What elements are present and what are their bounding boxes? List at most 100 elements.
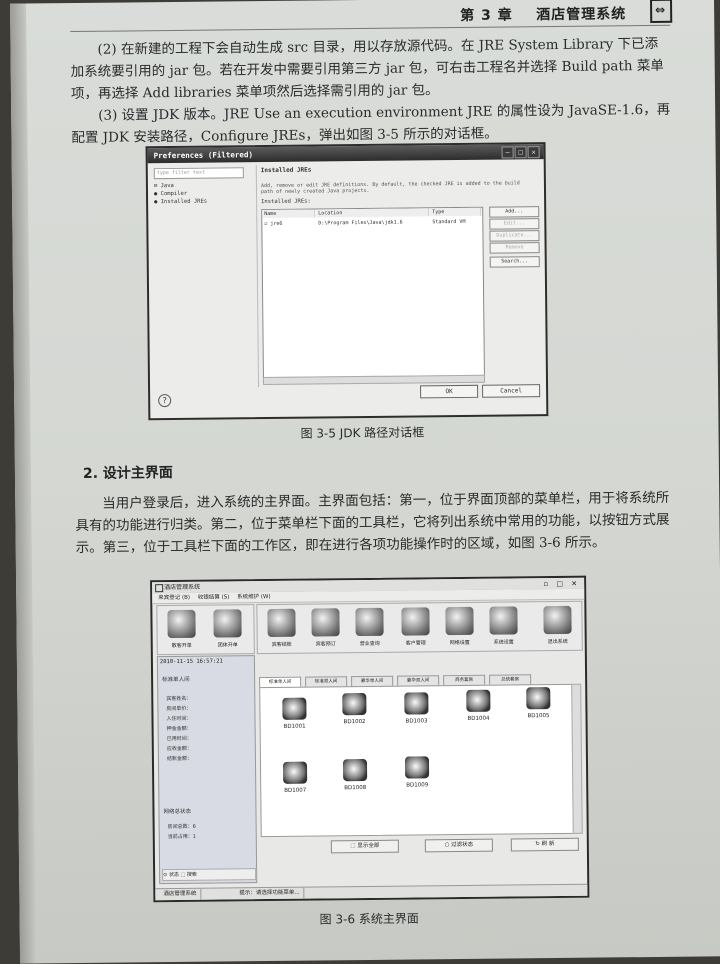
header-rule [70,24,671,33]
info-elapsed-time: 已用时间： [166,735,192,743]
close-icon[interactable]: ✕ [527,146,540,159]
reservation-icon [311,608,340,637]
individual-checkin-button[interactable]: 散客开单 [161,608,201,652]
room-bd1007[interactable]: BD1007 [275,761,315,798]
workspace-actions: ⬚ 显示全部 ○ 过滤状态 ↻ 刷 新 [261,836,581,855]
maximize-icon[interactable]: □ [514,146,527,159]
room-info-sidebar: 2010-11-15 16:57:21 标准单人间 宾客姓名： 房间单价： 入住… [156,655,258,885]
guest-icon [167,609,196,639]
room-bd1009[interactable]: BD1009 [397,756,437,792]
customer-icon [401,607,430,636]
book-page: 第 3 章 酒店管理系统 ⇔ (2) 在新建的工程下会自动生成 src 目录，用… [10,0,720,964]
info-deposit: 押金金额： [166,725,192,733]
menu-system-maintenance[interactable]: 系统维护 (W) [237,594,271,600]
group-icon [213,609,242,638]
duplicate-button[interactable]: Duplicate... [489,230,540,242]
horizontal-scrollbar[interactable] [262,374,486,386]
jre-row-type: Standard VM [432,218,466,226]
installed-jres-panel: Installed JREs Add, remove or edit JRE d… [255,162,544,388]
room-icon [282,761,308,784]
room-workspace: BD1001 BD1002 BD1003 BD1004 BD1005 BD100… [259,683,575,838]
network-status-title: 网络总状态 [163,808,192,816]
figure-3-5-caption: 图 3-5 JDK 路径对话框 [300,425,425,441]
exit-icon [543,605,572,635]
dialog-title: Preferences (Filtered) [147,144,544,164]
room-bd1001[interactable]: BD1001 [274,697,314,734]
room-type-title: 标准单人间 [162,676,190,684]
group-checkin-button[interactable]: 团体开单 [207,607,247,651]
preferences-dialog: Preferences (Filtered) – □ ✕ type filter… [145,142,549,421]
chapter-bookmark-icon: ⇔ [650,0,673,23]
room-icon [342,758,368,782]
cashier-icon [267,608,296,638]
toolbar-right: 宾客结账 宾客预订 营业查询 客户管理 网络设置 系统设置 退出系统 [256,600,583,655]
room-icon [466,689,491,712]
room-bd1004[interactable]: BD1004 [458,689,498,726]
edit-button[interactable]: Edit... [489,218,540,230]
status-occupied: 当前占用：1 [167,833,196,841]
filter-input[interactable]: type filter text [153,167,244,180]
jre-row-name[interactable]: ☑ jre6 [262,219,316,228]
system-settings-button[interactable]: 系统设置 [483,604,523,648]
column-name[interactable]: Name [262,209,316,219]
info-checkin-time: 入住时间： [166,715,192,723]
paragraph-main-interface: 当用户登录后，进入系统的主界面。主界面包括：第一，位于界面顶部的菜单栏，用于将系… [75,489,670,557]
running-header: 第 3 章 酒店管理系统 [460,3,626,25]
info-amount-due: 应收金额： [166,745,192,753]
panel-description: Add, remove or edit JRE definitions. By … [260,180,520,196]
panel-heading: Installed JREs [260,166,312,175]
preferences-tree: ⊟ Java ● Compiler ● Installed JREs [154,181,246,206]
chapter-number: 第 3 章 [460,7,513,24]
network-icon [445,606,474,636]
search-button[interactable]: Search... [489,256,540,268]
previous-page-edge [10,3,37,964]
paragraph-src-directory: (2) 在新建的工程下会自动生成 src 目录，用以存放源代码。在 JRE Sy… [70,35,664,103]
menu-guest-registration[interactable]: 来宾登记 (B) [158,595,190,601]
ok-button[interactable]: OK [420,384,479,399]
checkout-button[interactable]: 宾客结账 [261,607,301,651]
room-bd1005[interactable]: BD1005 [518,687,558,723]
jre-table: Name Location Type ☑ jre6 D:\Program Fil… [261,206,485,380]
status-bar: 酒店管理系统 提示：请选择功能菜单... [155,883,588,901]
remove-button[interactable]: Remove [489,242,540,254]
help-icon[interactable]: ? [158,394,172,408]
room-icon [526,687,551,710]
room-bd1008[interactable]: BD1008 [335,758,375,795]
tree-item-installed-jres[interactable]: ● Installed JREs [154,197,246,206]
customer-management-button[interactable]: 客户管理 [395,605,435,649]
business-query-button[interactable]: 营业查询 [349,606,389,650]
room-bd1003[interactable]: BD1003 [396,692,436,728]
filter-status-button[interactable]: ○ 过滤状态 [424,838,493,853]
menu-checkout[interactable]: 收银结算 (S) [198,594,230,600]
app-icon [155,584,164,593]
status-total-rooms: 房间总数：6 [167,823,196,831]
toolbar-left: 散客开单 团体开单 [156,604,255,656]
network-settings-button[interactable]: 网络设置 [439,605,479,649]
current-time: 2010-11-15 16:57:21 [159,658,223,666]
exit-system-button[interactable]: 退出系统 [537,604,577,648]
refresh-button[interactable]: ↻ 刷 新 [510,837,579,852]
info-room-price: 房间单价： [166,705,192,713]
room-occupied-icon [404,692,429,715]
add-button[interactable]: Add... [489,206,540,218]
column-type[interactable]: Type [430,207,482,217]
reservation-button[interactable]: 宾客预订 [305,606,345,650]
hotel-main-window: 酒店管理系统 ▫ □ ✕ 来宾登记 (B) 收银结算 (S) 系统维护 (W) … [150,575,590,903]
room-icon [282,697,307,720]
paragraph-jdk-version: (3) 设置 JDK 版本。JRE Use an execution envir… [71,101,671,147]
workspace-scrollbar[interactable] [571,683,583,834]
show-all-button[interactable]: ⬚ 显示全部 [330,839,399,854]
minimize-icon[interactable]: – [501,146,514,159]
sidebar-footer-tabs[interactable]: ⊙ 状态 ⬚ 搜索 [162,868,257,882]
room-occupied-icon [342,692,367,716]
cancel-button[interactable]: Cancel [482,384,541,398]
status-hint: 提示：请选择功能菜单... [235,887,305,900]
figure-3-6-caption: 图 3-6 系统主界面 [319,911,419,927]
info-settled-amount: 结账金额： [166,755,192,763]
room-occupied-icon [404,756,430,779]
room-bd1002[interactable]: BD1002 [334,692,374,729]
section-heading: 2. 设计主界面 [82,465,173,482]
app-title: 酒店管理系统 [164,583,201,592]
info-guest-name: 宾客姓名： [166,695,192,703]
column-location[interactable]: Location [316,208,430,218]
